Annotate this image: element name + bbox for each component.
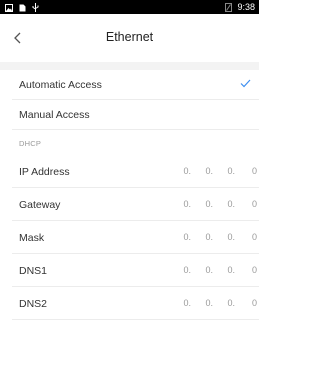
ip-value[interactable]: 0. 0. 0. 0 (169, 232, 257, 242)
field-dns1[interactable]: DNS1 0. 0. 0. 0 (0, 254, 259, 287)
ip-value[interactable]: 0. 0. 0. 0 (169, 265, 257, 275)
mode-automatic-access[interactable]: Automatic Access (0, 70, 259, 100)
field-mask[interactable]: Mask 0. 0. 0. 0 (0, 221, 259, 254)
field-ip-address[interactable]: IP Address 0. 0. 0. 0 (0, 155, 259, 188)
ip-octet: 0. (205, 298, 213, 308)
field-label: Mask (19, 232, 45, 244)
ip-value[interactable]: 0. 0. 0. 0 (169, 199, 257, 209)
section-divider (0, 62, 259, 70)
status-time: 9:38 (237, 2, 255, 12)
ip-octet: 0. (183, 199, 191, 209)
ip-octet: 0. (183, 298, 191, 308)
ip-octet: 0. (227, 265, 235, 275)
page-title: Ethernet (105, 30, 154, 44)
row-divider (12, 129, 259, 130)
field-label: DNS2 (19, 298, 48, 310)
section-header-label: DHCP (19, 139, 42, 148)
row-divider (12, 319, 259, 320)
ip-octet: 0. (183, 265, 191, 275)
signal-icon (225, 2, 233, 12)
ip-octet: 0. (183, 166, 191, 176)
status-left-icons (5, 3, 39, 12)
field-label: Gateway (19, 199, 61, 211)
usb-icon (32, 3, 39, 12)
ip-octet: 0. (205, 232, 213, 242)
ip-octet: 0. (227, 298, 235, 308)
status-bar: 9:38 (0, 0, 259, 14)
ip-octet: 0 (251, 199, 257, 209)
ip-value[interactable]: 0. 0. 0. 0 (169, 166, 257, 176)
field-label: DNS1 (19, 265, 48, 277)
field-dns2[interactable]: DNS2 0. 0. 0. 0 (0, 287, 259, 320)
section-header-dhcp: DHCP (0, 131, 259, 155)
ip-octet: 0. (205, 199, 213, 209)
ip-octet: 0 (251, 232, 257, 242)
ip-octet: 0. (183, 232, 191, 242)
ip-octet: 0. (227, 166, 235, 176)
image-icon (5, 3, 13, 12)
mode-label: Manual Access (19, 109, 90, 121)
field-gateway[interactable]: Gateway 0. 0. 0. 0 (0, 188, 259, 221)
status-right: 9:38 (225, 1, 255, 13)
mode-label: Automatic Access (19, 79, 102, 91)
ip-value[interactable]: 0. 0. 0. 0 (169, 298, 257, 308)
ip-octet: 0. (227, 232, 235, 242)
ip-octet: 0. (205, 265, 213, 275)
file-icon (19, 4, 26, 11)
mode-manual-access[interactable]: Manual Access (0, 100, 259, 130)
nav-bar: Ethernet (0, 14, 259, 62)
ip-octet: 0 (251, 166, 257, 176)
ip-octet: 0 (251, 298, 257, 308)
ip-octet: 0. (205, 166, 213, 176)
ip-octet: 0. (227, 199, 235, 209)
check-icon (240, 79, 251, 88)
field-label: IP Address (19, 166, 70, 178)
ip-octet: 0 (251, 265, 257, 275)
